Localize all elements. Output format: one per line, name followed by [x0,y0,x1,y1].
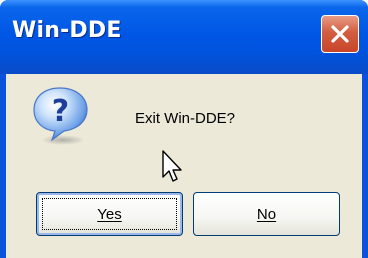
no-button[interactable]: No [193,192,340,236]
close-icon [331,25,349,43]
svg-text:?: ? [52,94,69,129]
close-button[interactable] [321,15,359,53]
dialog-message: Exit Win-DDE? [135,110,236,127]
mouse-cursor-icon [162,150,182,182]
question-icon: ? [33,87,88,145]
no-button-label: No [256,205,277,223]
yes-button[interactable]: Yes [36,192,183,236]
window-title: Win-DDE [12,18,122,43]
message-dialog: Win-DDE ? Exit Win-DDE? Yes No [0,0,368,258]
title-bar[interactable]: Win-DDE [0,0,368,74]
yes-button-label: Yes [97,205,122,223]
